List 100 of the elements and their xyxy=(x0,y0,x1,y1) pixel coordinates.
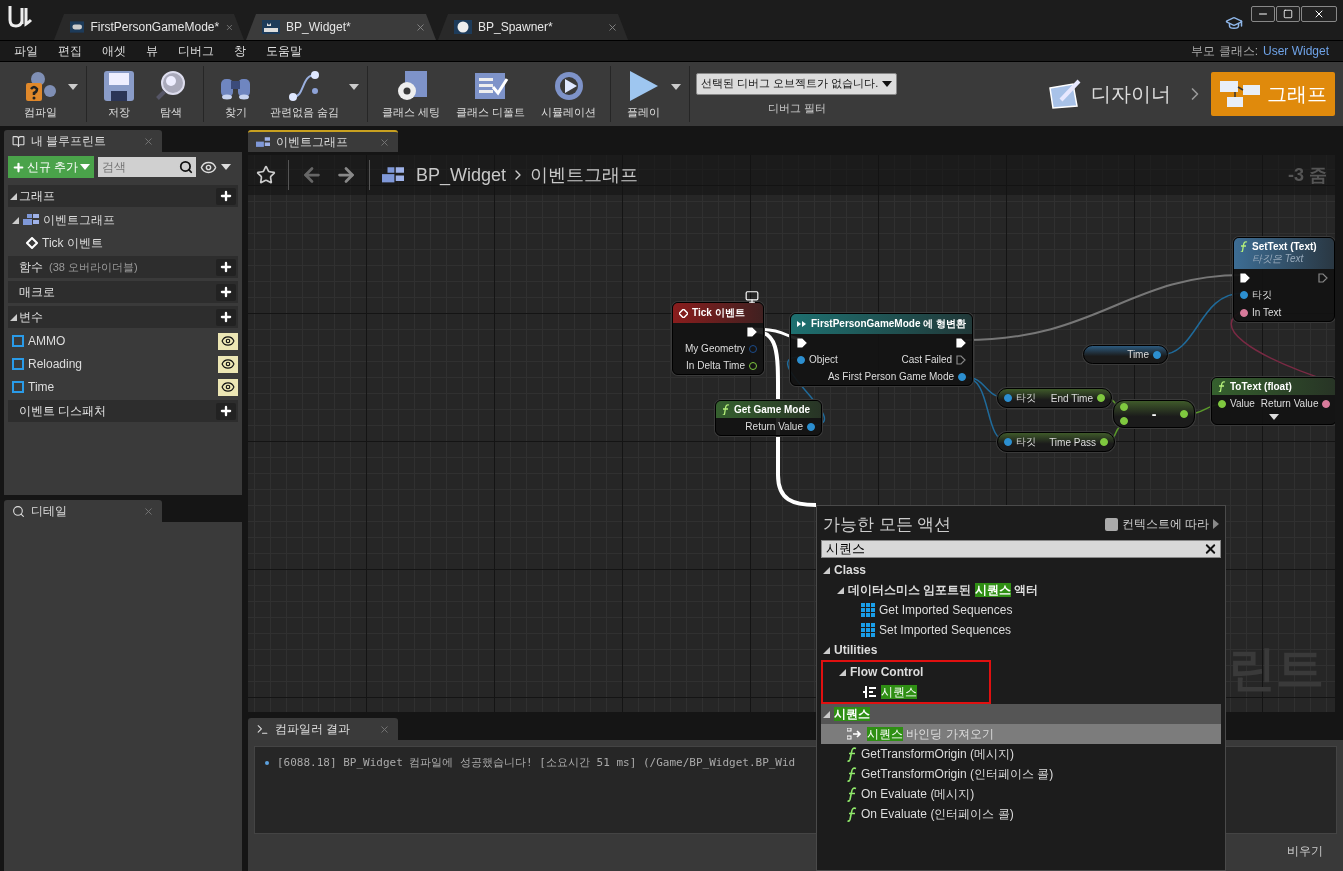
debug-object-dropdown[interactable]: 선택된 디버그 오브젝트가 없습니다. xyxy=(696,72,898,95)
action-item[interactable]: Set Imported Sequences xyxy=(821,620,1221,640)
section-header[interactable]: 이벤트 디스패처 xyxy=(8,400,238,422)
clear-button[interactable]: 비우기 xyxy=(1281,842,1329,861)
pin-icon[interactable] xyxy=(1218,399,1226,408)
expand-arrow-icon[interactable] xyxy=(10,192,17,200)
pin-icon[interactable] xyxy=(1322,399,1331,408)
pin-icon[interactable] xyxy=(1240,308,1248,317)
function-node[interactable]: ToText (float) Value Return Value xyxy=(1211,377,1335,425)
add-button[interactable] xyxy=(216,187,236,205)
toolbar-button[interactable]: 클래스 세팅 xyxy=(376,66,447,122)
getter-node[interactable]: 타깃 Time Pass xyxy=(997,432,1115,452)
maximize-button[interactable] xyxy=(1276,6,1300,22)
action-item[interactable]: On Evaluate (메시지) xyxy=(821,784,1221,804)
minimize-button[interactable] xyxy=(1251,6,1275,22)
function-node[interactable]: Get Game Mode Return Value xyxy=(715,400,822,436)
menu-item[interactable]: 애셋 xyxy=(92,42,136,60)
action-item[interactable]: 시퀀스 xyxy=(823,682,989,702)
toolbar-button[interactable]: 플레이 xyxy=(619,66,668,122)
action-item[interactable]: On Evaluate (인터페이스 콜) xyxy=(821,804,1221,824)
toolbar-button[interactable]: 클래스 디폴트 xyxy=(450,66,532,122)
visibility-toggle[interactable] xyxy=(218,355,238,373)
toolbar-button[interactable]: 찾기 xyxy=(212,66,260,122)
close-icon[interactable] xyxy=(607,21,618,33)
clear-icon[interactable] xyxy=(1203,541,1218,557)
pin-icon[interactable] xyxy=(1240,291,1248,299)
panel-tab[interactable]: 내 블루프린트 xyxy=(4,130,162,152)
event-node[interactable]: Tick 이벤트 My Geometry In Delta Time xyxy=(672,302,764,375)
getter-node[interactable]: 타깃 End Time xyxy=(997,388,1112,408)
dropdown-caret-icon[interactable] xyxy=(349,84,360,90)
toolbar-button[interactable]: 시뮬레이션 xyxy=(535,66,603,122)
cast-node[interactable]: FirstPersonGameMode 에 형변환 Object Cast Failed As First Person Game Mode xyxy=(790,313,974,386)
search-field[interactable]: 검색 xyxy=(98,157,197,177)
section-header[interactable]: 변수 xyxy=(8,306,238,328)
pin-icon[interactable] xyxy=(1004,394,1012,402)
favorite-star-icon[interactable] xyxy=(256,165,276,185)
menu-item[interactable]: 뷰 xyxy=(136,42,168,60)
panel-tab[interactable]: 디테일 xyxy=(4,500,162,522)
dropdown-caret-icon[interactable] xyxy=(68,84,78,90)
menu-item[interactable]: 창 xyxy=(224,42,256,60)
section-header[interactable]: 함수 (38 오버라이더블) xyxy=(8,256,238,278)
tree-item[interactable]: Tick 이벤트 xyxy=(42,234,103,252)
tree-item[interactable]: 이벤트그래프 xyxy=(43,211,115,229)
action-search-field[interactable]: 시퀀스 xyxy=(821,540,1221,558)
pin-icon[interactable] xyxy=(1097,394,1105,402)
pin-icon[interactable] xyxy=(807,422,815,431)
action-item[interactable]: 시퀀스 바인딩 가져오기 xyxy=(821,724,1221,744)
section-header[interactable]: 그래프 xyxy=(8,185,238,207)
tree-item[interactable]: Reloading xyxy=(28,357,83,371)
back-icon[interactable] xyxy=(301,164,323,186)
close-icon[interactable] xyxy=(415,21,426,33)
pin-icon[interactable] xyxy=(958,372,967,381)
menu-item[interactable]: 편집 xyxy=(48,42,92,60)
visibility-toggle[interactable] xyxy=(218,332,238,350)
breadcrumb-link[interactable]: 이벤트그래프 xyxy=(530,163,639,187)
pin-icon[interactable] xyxy=(1004,438,1012,446)
expand-arrow-icon[interactable] xyxy=(823,646,830,654)
expand-arrow-icon[interactable] xyxy=(823,566,830,574)
close-button[interactable] xyxy=(1301,6,1337,22)
document-tab[interactable]: FirstPersonGameMode* xyxy=(54,14,244,40)
pin-icon[interactable] xyxy=(1120,417,1128,425)
menu-item[interactable]: 도움말 xyxy=(256,42,312,60)
toolbar-button[interactable]: 관련없음 숨김 xyxy=(264,66,346,122)
visibility-toggle[interactable] xyxy=(218,378,238,396)
pin-icon[interactable] xyxy=(1180,410,1188,418)
graph-tab[interactable]: 이벤트그래프 xyxy=(248,130,398,152)
add-button[interactable] xyxy=(216,283,236,301)
menu-item[interactable]: 디버그 xyxy=(168,42,224,60)
action-item[interactable]: Get Imported Sequences xyxy=(821,600,1221,620)
panel-tab[interactable]: 컴파일러 결과 xyxy=(248,718,398,740)
menu-item[interactable]: 파일 xyxy=(4,42,48,60)
function-node[interactable]: SetText (Text) 타깃은 Text 타깃 In Text xyxy=(1233,237,1335,322)
toolbar-button[interactable]: 컴파일 xyxy=(16,66,64,122)
action-item[interactable]: GetTransformOrigin (인터페이스 콜) xyxy=(821,764,1221,784)
parent-class-link[interactable]: User Widget xyxy=(1262,44,1329,58)
operator-node[interactable]: - xyxy=(1113,400,1195,428)
pin-icon[interactable] xyxy=(1153,350,1161,359)
pin-icon[interactable] xyxy=(1120,403,1128,411)
expand-arrow-icon[interactable] xyxy=(10,313,17,321)
pin-icon[interactable] xyxy=(797,355,805,364)
add-button[interactable] xyxy=(216,308,236,326)
action-item[interactable]: GetTransformOrigin (메시지) xyxy=(821,744,1221,764)
document-tab[interactable]: BP_Spawner* xyxy=(438,14,628,40)
toolbar-button[interactable]: 저장 xyxy=(95,66,143,122)
add-button[interactable] xyxy=(216,258,236,276)
section-header[interactable]: 매크로 xyxy=(8,281,238,303)
expand-arrow-icon[interactable] xyxy=(823,710,830,718)
expand-arrow-icon[interactable] xyxy=(837,586,844,594)
add-button[interactable] xyxy=(216,402,236,420)
document-tab[interactable]: BP_Widget* xyxy=(246,14,436,40)
expand-icon[interactable] xyxy=(1269,414,1280,420)
expand-arrow-icon[interactable] xyxy=(839,668,846,676)
tree-item[interactable]: Time xyxy=(28,380,55,394)
expand-arrow-icon[interactable] xyxy=(12,216,19,224)
breadcrumb-link[interactable]: BP_Widget xyxy=(416,164,507,186)
mode-button[interactable]: 디자이너 xyxy=(1039,72,1179,116)
forward-icon[interactable] xyxy=(335,164,357,186)
graduation-cap-icon[interactable] xyxy=(1225,14,1243,32)
pin-icon[interactable] xyxy=(1100,438,1108,446)
variable-node[interactable]: Time xyxy=(1083,345,1168,364)
